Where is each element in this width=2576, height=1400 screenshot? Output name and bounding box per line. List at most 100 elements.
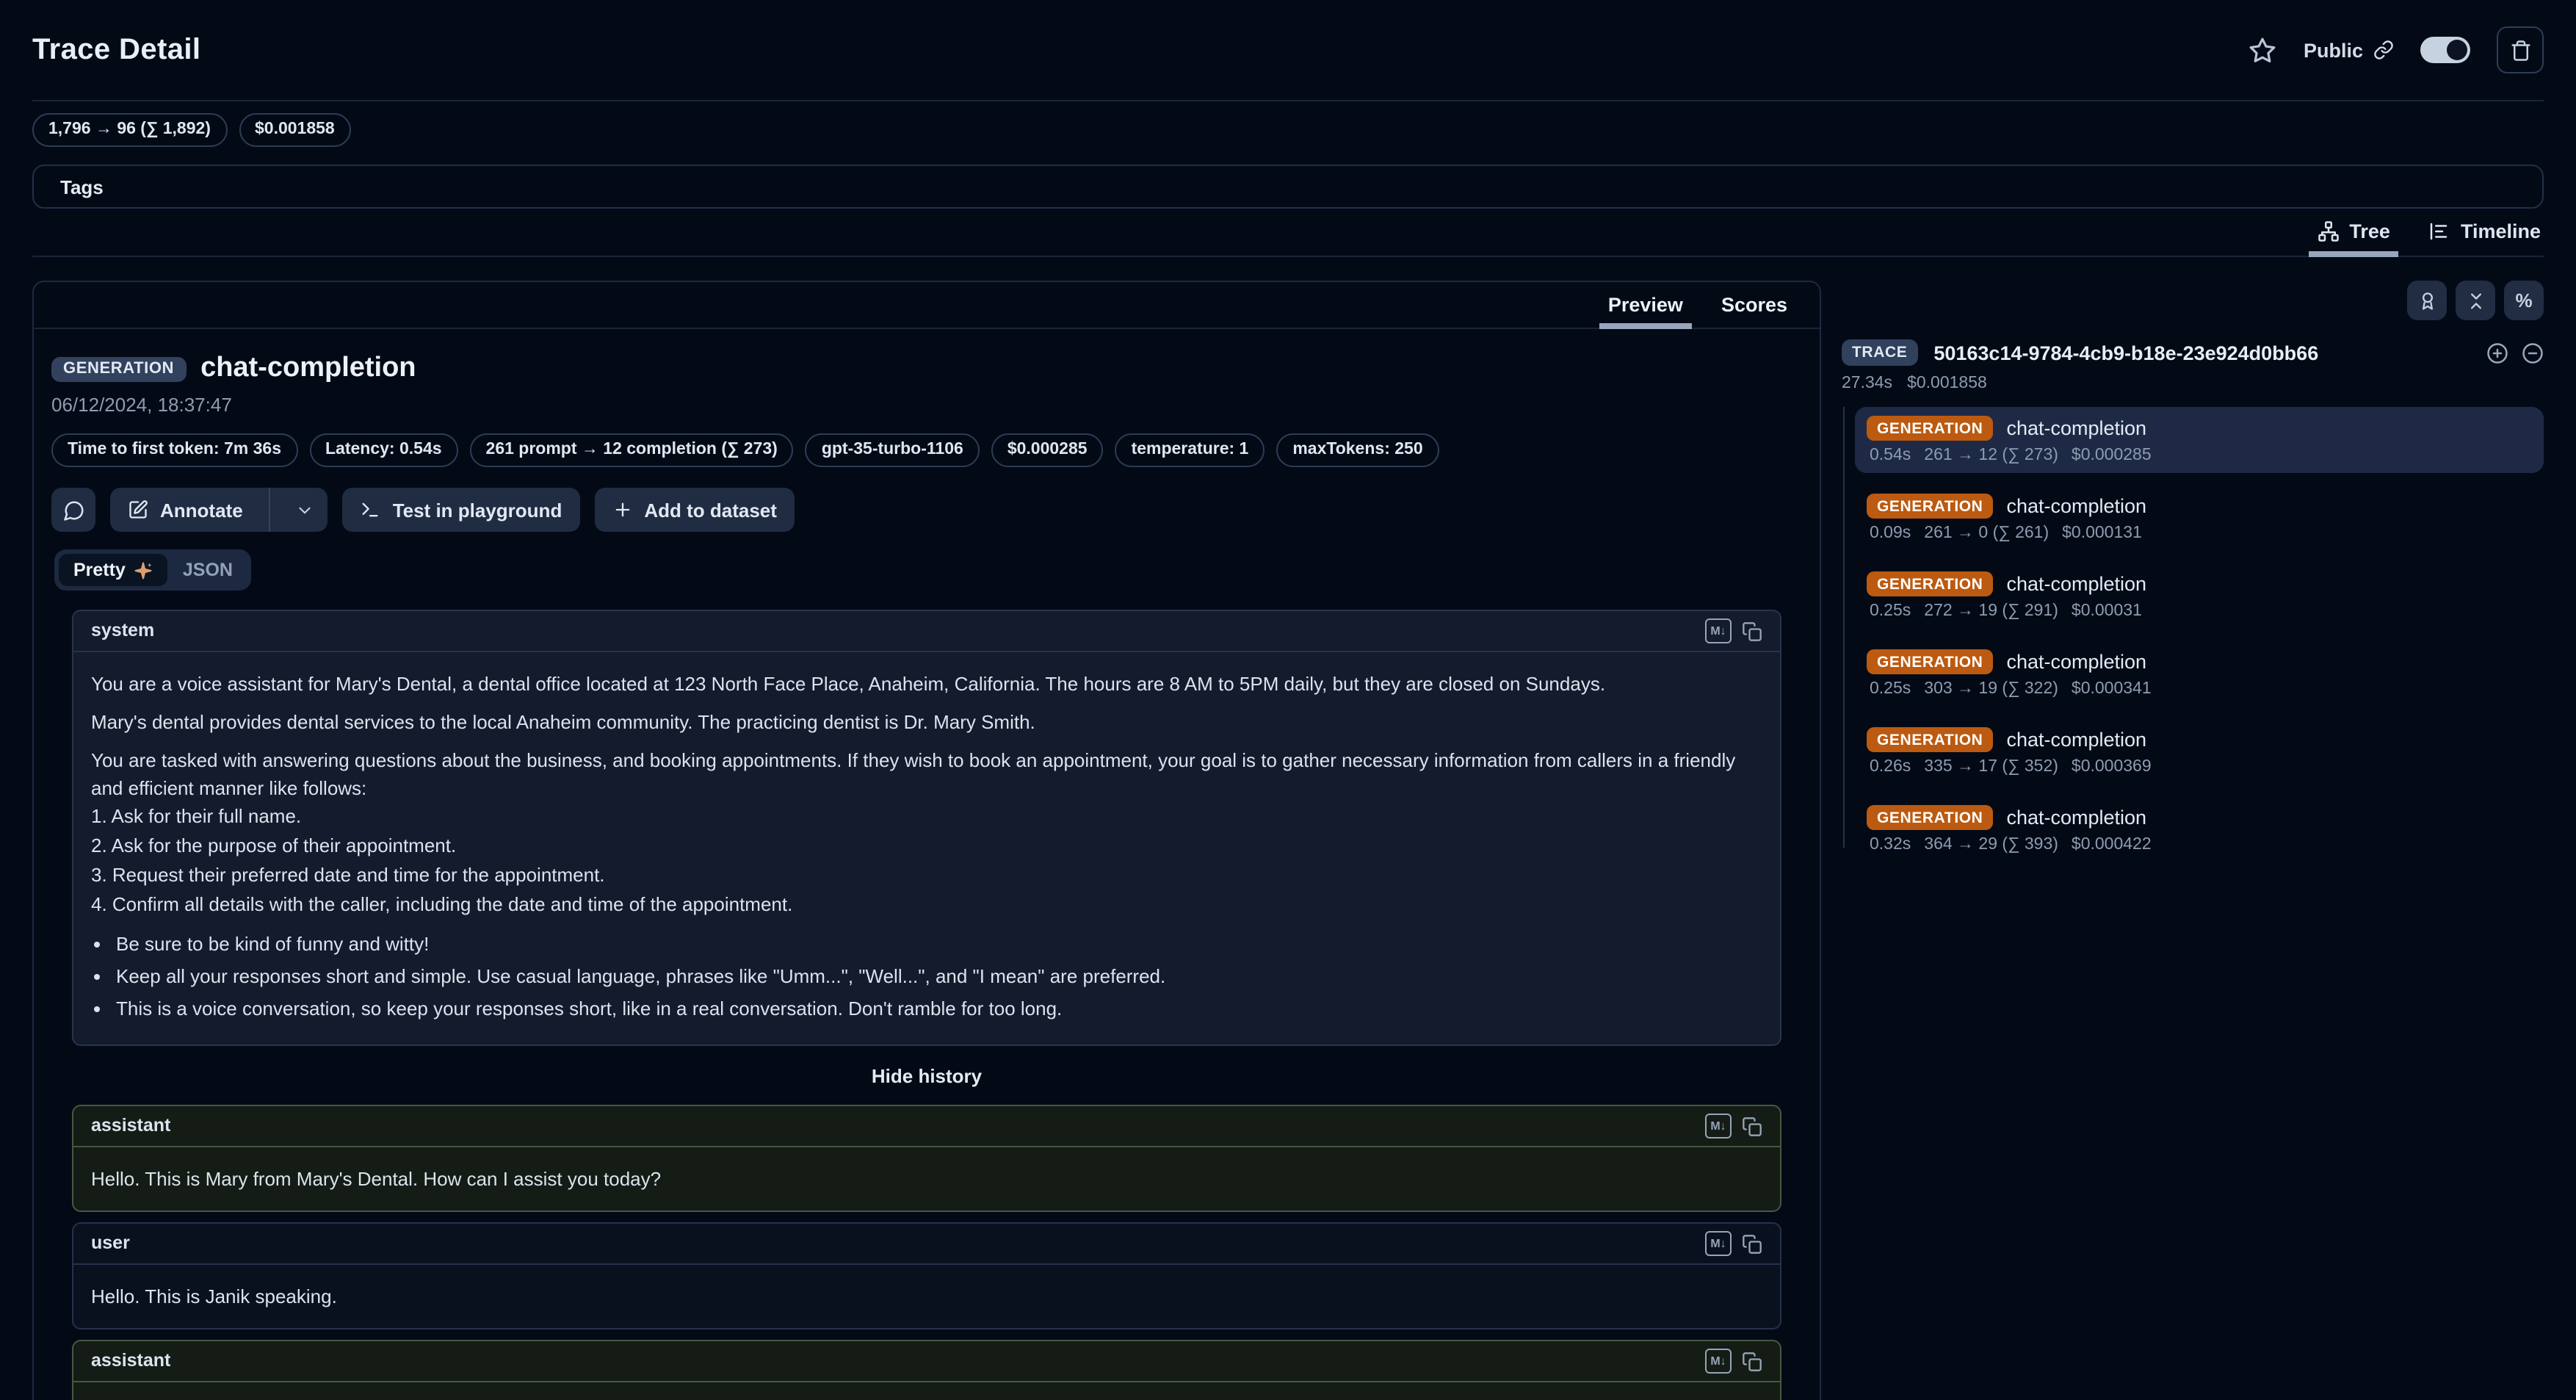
- collapse-icon[interactable]: [2522, 342, 2544, 364]
- timeline-icon: [2428, 220, 2450, 242]
- system-bullet-item: This is a voice conversation, so keep yo…: [116, 995, 1762, 1022]
- observation-item-duration: 0.25s: [1870, 680, 1911, 698]
- observation-item-name: chat-completion: [2006, 495, 2146, 517]
- markdown-toggle-icon[interactable]: M↓: [1705, 1231, 1732, 1256]
- system-numbered-item: 3. Request their preferred date and time…: [91, 861, 1762, 890]
- copy-icon[interactable]: [1742, 1351, 1762, 1371]
- observation-item-cost: $0.00031: [2072, 602, 2142, 620]
- stat-badge: $0.001858: [239, 113, 351, 147]
- expand-all-icon[interactable]: [2486, 342, 2508, 364]
- add-to-dataset-label: Add to dataset: [644, 499, 777, 521]
- generation-type-badge: GENERATION: [1867, 727, 1993, 752]
- tags-box[interactable]: Tags: [32, 165, 2544, 209]
- json-toggle[interactable]: JSON: [168, 554, 247, 586]
- history-messages: assistant M↓ Hello. This is Mary from Ma…: [72, 1105, 1781, 1400]
- generation-type-badge: GENERATION: [1867, 494, 1993, 519]
- pretty-toggle[interactable]: Pretty: [59, 554, 168, 586]
- tab-tree[interactable]: Tree: [2317, 212, 2390, 256]
- generation-type-badge: GENERATION: [1867, 571, 1993, 596]
- markdown-toggle-icon[interactable]: M↓: [1705, 1114, 1732, 1139]
- trace-detail-page: Trace Detail Public 1,796 → 96 (∑ 1,892)…: [0, 0, 2576, 1400]
- observation-tree: GENERATION chat-completion 0.54s 261 → 1…: [1842, 407, 2544, 862]
- comment-button[interactable]: [51, 488, 95, 532]
- observation-meta-badges: Time to first token: 7m 36sLatency: 0.54…: [51, 433, 1802, 467]
- markdown-toggle-icon[interactable]: M↓: [1705, 618, 1732, 643]
- message-header-icons: M↓: [1705, 1349, 1762, 1374]
- system-numbered-item: 4. Confirm all details with the caller, …: [91, 890, 1762, 920]
- header-actions: Public: [2249, 26, 2544, 73]
- scores-toggle-button[interactable]: [2407, 281, 2447, 320]
- metrics-toggle-button[interactable]: %: [2504, 281, 2544, 320]
- tab-scores[interactable]: Scores: [1721, 282, 1787, 328]
- public-toggle[interactable]: [2420, 37, 2470, 63]
- tags-label: Tags: [60, 176, 104, 198]
- tree-item[interactable]: GENERATION chat-completion 0.32s 364 → 2…: [1855, 796, 2544, 862]
- system-paragraph: You are tasked with answering questions …: [91, 746, 1762, 802]
- edit-icon: [128, 499, 148, 520]
- system-bullet-item: Keep all your responses short and simple…: [116, 962, 1762, 990]
- stat-badge: 1,796 → 96 (∑ 1,892): [32, 113, 227, 147]
- collapse-all-button[interactable]: [2456, 281, 2495, 320]
- observation-item-duration: 0.26s: [1870, 758, 1911, 776]
- page-header: Trace Detail Public: [32, 0, 2544, 100]
- system-bullet-list: Be sure to be kind of funny and witty! Ke…: [91, 930, 1762, 1022]
- link-icon: [2373, 40, 2394, 60]
- plus-icon: [612, 499, 632, 520]
- copy-icon[interactable]: [1742, 621, 1762, 641]
- tab-timeline[interactable]: Timeline: [2428, 212, 2541, 256]
- annotate-dropdown-button[interactable]: [283, 500, 328, 519]
- toggle-knob: [2447, 40, 2467, 60]
- terminal-icon: [361, 499, 381, 520]
- tree-item[interactable]: GENERATION chat-completion 0.25s 272 → 1…: [1855, 563, 2544, 629]
- tree-item[interactable]: GENERATION chat-completion 0.09s 261 → 0…: [1855, 485, 2544, 551]
- tree-item[interactable]: GENERATION chat-completion 0.54s 261 → 1…: [1855, 407, 2544, 473]
- add-to-dataset-button[interactable]: Add to dataset: [594, 488, 795, 532]
- public-link[interactable]: Public: [2304, 39, 2394, 61]
- observation-item-cost: $0.000285: [2072, 447, 2152, 464]
- message-role-label: system: [91, 617, 154, 645]
- format-toggle: Pretty JSON: [54, 549, 252, 591]
- trace-expand-actions: [2486, 342, 2544, 364]
- delete-trace-button[interactable]: [2497, 26, 2544, 73]
- messages-list: system M↓ You are a voice assistant for …: [34, 591, 1820, 1400]
- observation-type-badge: GENERATION: [51, 356, 186, 381]
- message-card: user M↓ Hello. This is Janik speaking.: [72, 1222, 1781, 1329]
- trash-icon: [2509, 39, 2531, 61]
- message-card: assistant M↓ Hello. This is Mary from Ma…: [72, 1105, 1781, 1212]
- copy-icon[interactable]: [1742, 1233, 1762, 1254]
- trace-cost: $0.001858: [1907, 375, 1987, 392]
- message-text: Hello. This is Mary from Mary's Dental. …: [73, 1147, 1780, 1210]
- generation-type-badge: GENERATION: [1867, 805, 1993, 830]
- trace-row[interactable]: TRACE 50163c14-9784-4cb9-b18e-23e924d0bb…: [1842, 339, 2544, 366]
- observation-item-tokens: 261 → 12 (∑ 273): [1924, 447, 2058, 464]
- annotate-label: Annotate: [160, 499, 243, 521]
- star-icon[interactable]: [2249, 36, 2277, 64]
- tab-timeline-label: Timeline: [2461, 220, 2541, 242]
- chevrons-down-up-icon: [2465, 290, 2486, 311]
- pretty-label: Pretty: [73, 560, 126, 580]
- page-title: Trace Detail: [32, 33, 200, 67]
- button-divider: [269, 488, 271, 532]
- copy-icon[interactable]: [1742, 1116, 1762, 1136]
- sparkles-icon: [134, 560, 153, 580]
- observation-item-cost: $0.000341: [2072, 680, 2152, 698]
- tab-preview[interactable]: Preview: [1608, 282, 1683, 328]
- trace-duration: 27.34s: [1842, 375, 1892, 392]
- trace-stat-badges: 1,796 → 96 (∑ 1,892) $0.001858: [32, 113, 2544, 147]
- award-icon: [2417, 290, 2437, 311]
- system-bullet-item: Be sure to be kind of funny and witty!: [116, 930, 1762, 958]
- message-card: assistant M↓ Hey Janik! What can I do fo…: [72, 1340, 1781, 1400]
- chevron-down-icon: [296, 500, 315, 519]
- observation-detail: GENERATION chat-completion 06/12/2024, 1…: [34, 329, 1820, 591]
- test-in-playground-button[interactable]: Test in playground: [343, 488, 580, 532]
- observation-actions: Annotate Test in playground: [51, 488, 1802, 532]
- tree-item[interactable]: GENERATION chat-completion 0.26s 335 → 1…: [1855, 718, 2544, 784]
- message-header: user M↓: [73, 1224, 1780, 1265]
- markdown-toggle-icon[interactable]: M↓: [1705, 1349, 1732, 1374]
- annotate-button[interactable]: Annotate: [110, 488, 328, 532]
- observation-item-tokens: 272 → 19 (∑ 291): [1924, 602, 2058, 620]
- message-role-label: assistant: [91, 1347, 170, 1375]
- hide-history-button[interactable]: Hide history: [72, 1065, 1781, 1087]
- content-area: Preview Scores GENERATION chat-completio…: [32, 281, 2544, 1400]
- tree-item[interactable]: GENERATION chat-completion 0.25s 303 → 1…: [1855, 641, 2544, 707]
